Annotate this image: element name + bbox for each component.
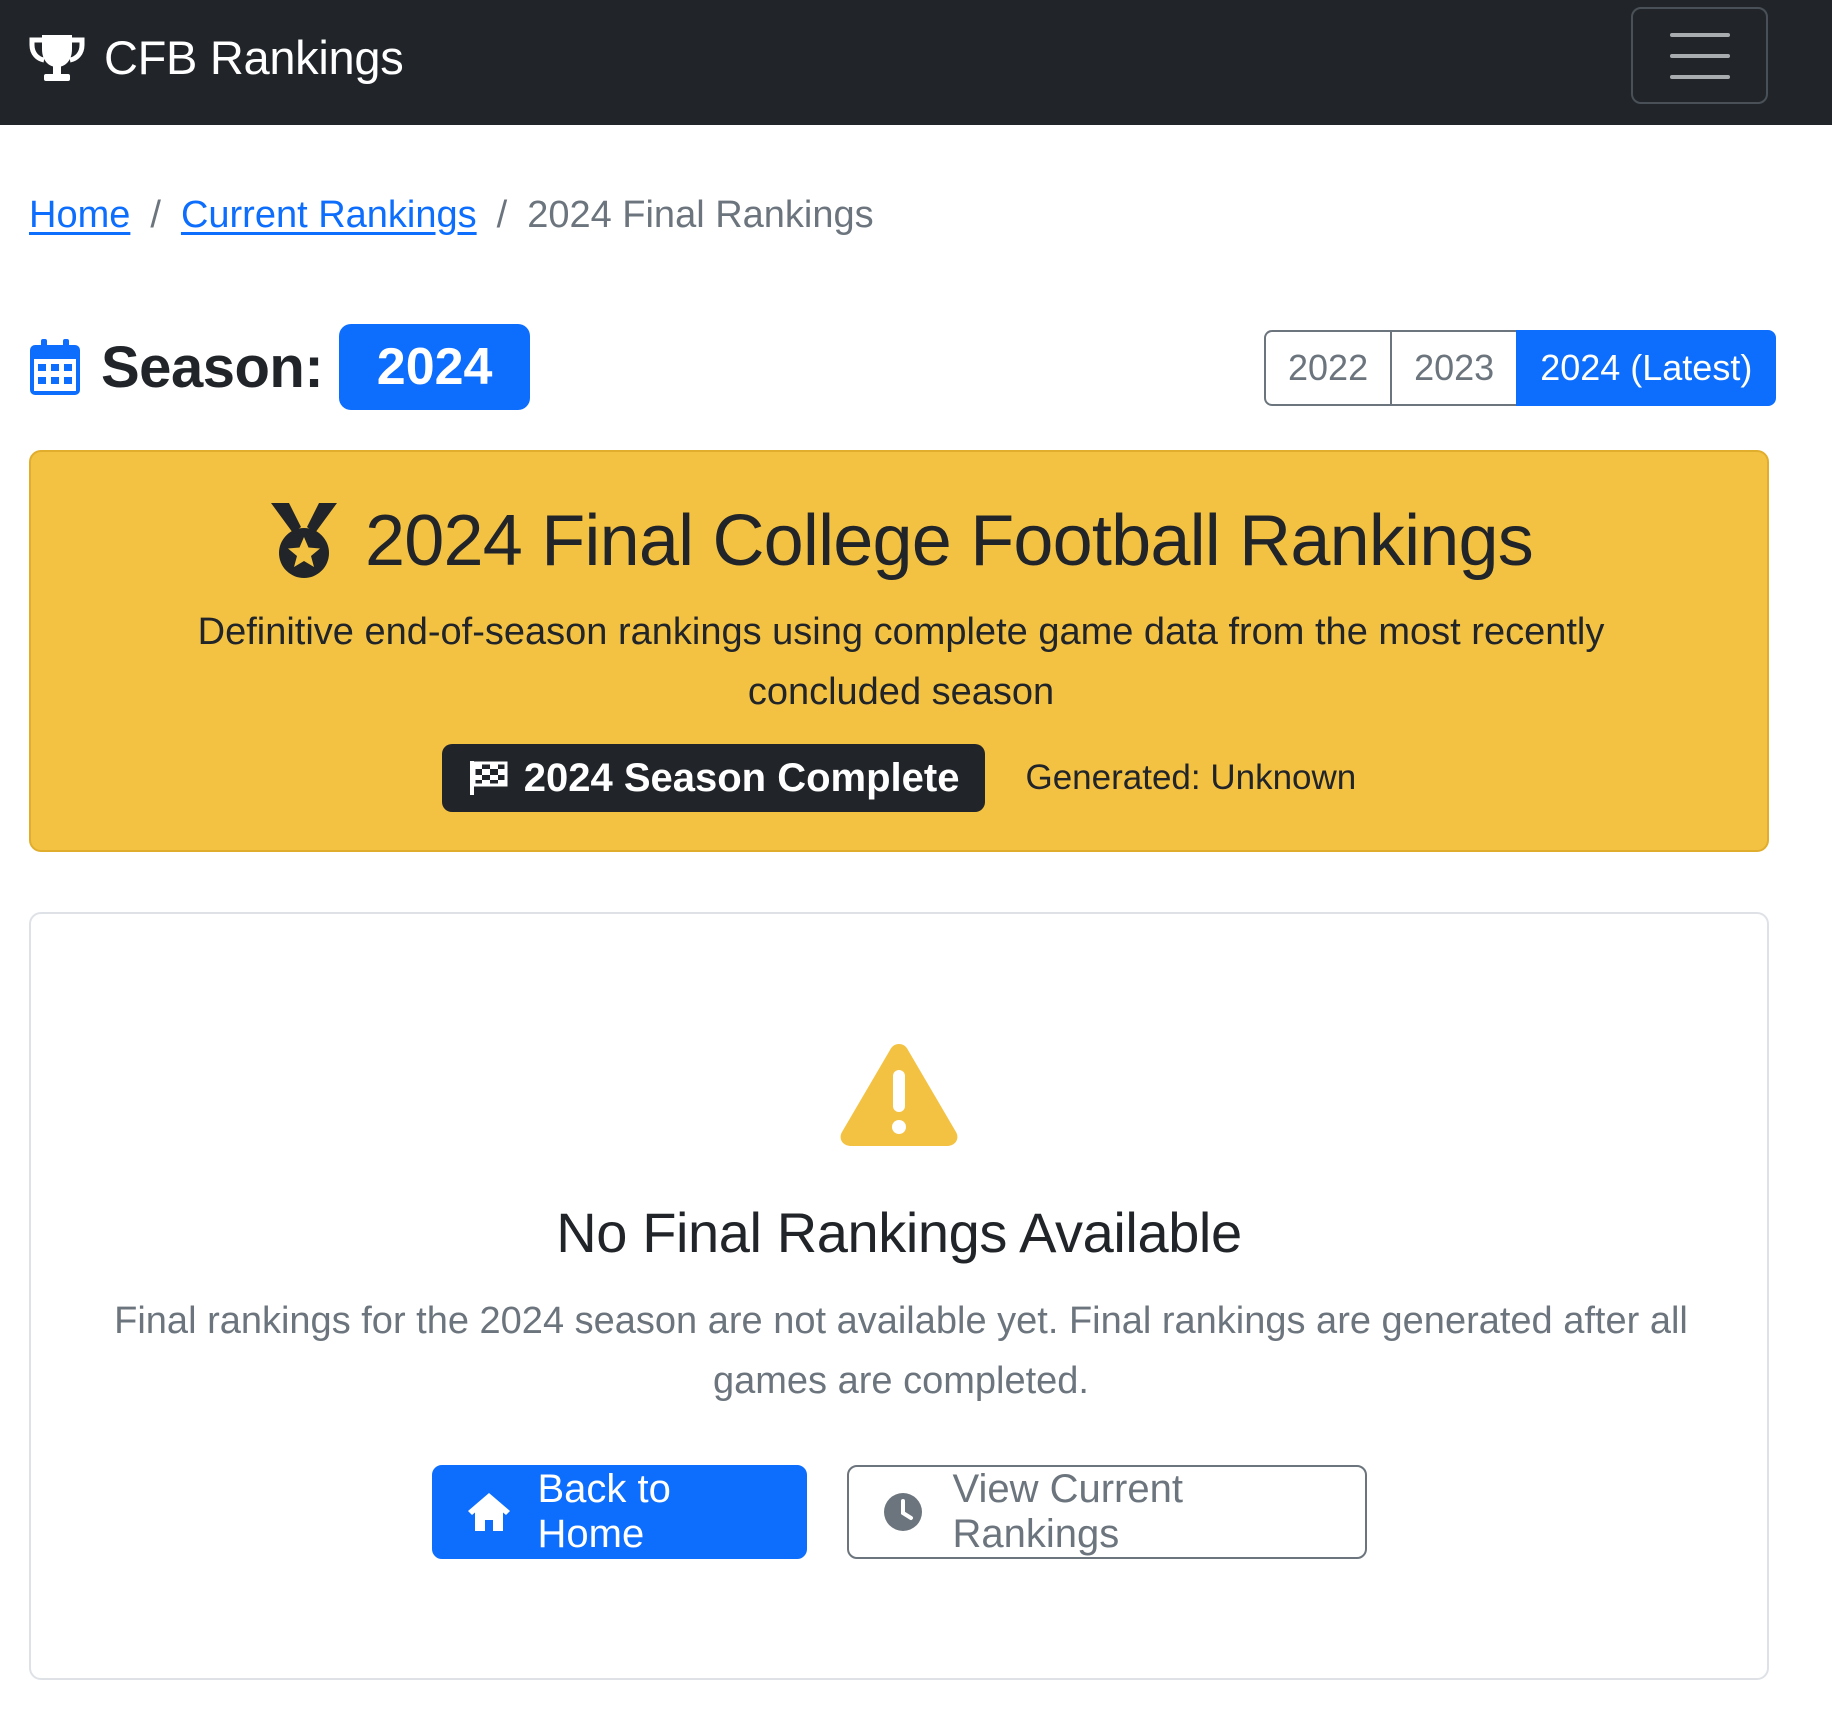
home-icon bbox=[466, 1491, 512, 1533]
medal-icon bbox=[265, 501, 343, 581]
navbar-toggler-button[interactable] bbox=[1631, 7, 1768, 104]
trophy-icon bbox=[28, 31, 86, 85]
season-header: Season: 2024 bbox=[29, 324, 531, 410]
no-rankings-card: No Final Rankings Available Final rankin… bbox=[29, 912, 1769, 1680]
year-button-2024-latest[interactable]: 2024 (Latest) bbox=[1516, 330, 1777, 406]
breadcrumb-home-link[interactable]: Home bbox=[29, 194, 130, 237]
season-complete-text: 2024 Season Complete bbox=[523, 755, 960, 800]
calendar-icon bbox=[29, 337, 81, 397]
back-to-home-label: Back to Home bbox=[537, 1467, 671, 1556]
year-button-2022[interactable]: 2022 bbox=[1264, 330, 1393, 406]
view-current-rankings-button[interactable]: View Current Rankings bbox=[846, 1465, 1367, 1559]
warning-triangle-icon bbox=[837, 1040, 961, 1148]
hero-title-row: 2024 Final College Football Rankings bbox=[31, 500, 1767, 582]
season-badge: 2024 bbox=[339, 324, 531, 410]
season-complete-badge: 2024 Season Complete bbox=[441, 744, 986, 812]
season-year-selector: 2022 2023 2024 (Latest) bbox=[1264, 330, 1777, 406]
navbar: CFB Rankings bbox=[0, 0, 1832, 125]
brand-link[interactable]: CFB Rankings bbox=[28, 0, 404, 115]
view-current-rankings-label: View Current Rankings bbox=[952, 1467, 1183, 1556]
hamburger-menu-icon bbox=[1669, 32, 1730, 79]
no-rankings-title: No Final Rankings Available bbox=[556, 1201, 1242, 1264]
no-rankings-message: Final rankings for the 2024 season are n… bbox=[114, 1300, 1688, 1402]
breadcrumb: Home / Current Rankings / 2024 Final Ran… bbox=[29, 190, 874, 240]
back-to-home-button[interactable]: Back to Home bbox=[431, 1465, 807, 1559]
breadcrumb-separator: / bbox=[496, 193, 508, 236]
breadcrumb-active-item: 2024 Final Rankings bbox=[527, 193, 874, 236]
hero-title: 2024 Final College Football Rankings bbox=[365, 501, 1534, 581]
breadcrumb-current-rankings-link[interactable]: Current Rankings bbox=[181, 194, 477, 237]
brand-text: CFB Rankings bbox=[104, 31, 404, 84]
year-button-2023[interactable]: 2023 bbox=[1390, 330, 1519, 406]
generated-timestamp: Generated: Unknown bbox=[1025, 758, 1357, 797]
season-label: Season: bbox=[101, 334, 324, 400]
checkered-flag-icon bbox=[468, 759, 510, 797]
hero-subtitle: Definitive end-of-season rankings using … bbox=[197, 611, 1605, 713]
hero-meta: 2024 Season Complete Generated: Unknown bbox=[31, 744, 1767, 812]
clock-icon bbox=[881, 1491, 927, 1533]
empty-state-actions: Back to Home View Current Rankings bbox=[31, 1465, 1767, 1559]
final-rankings-hero: 2024 Final College Football Rankings Def… bbox=[29, 450, 1769, 852]
breadcrumb-separator: / bbox=[150, 193, 161, 236]
